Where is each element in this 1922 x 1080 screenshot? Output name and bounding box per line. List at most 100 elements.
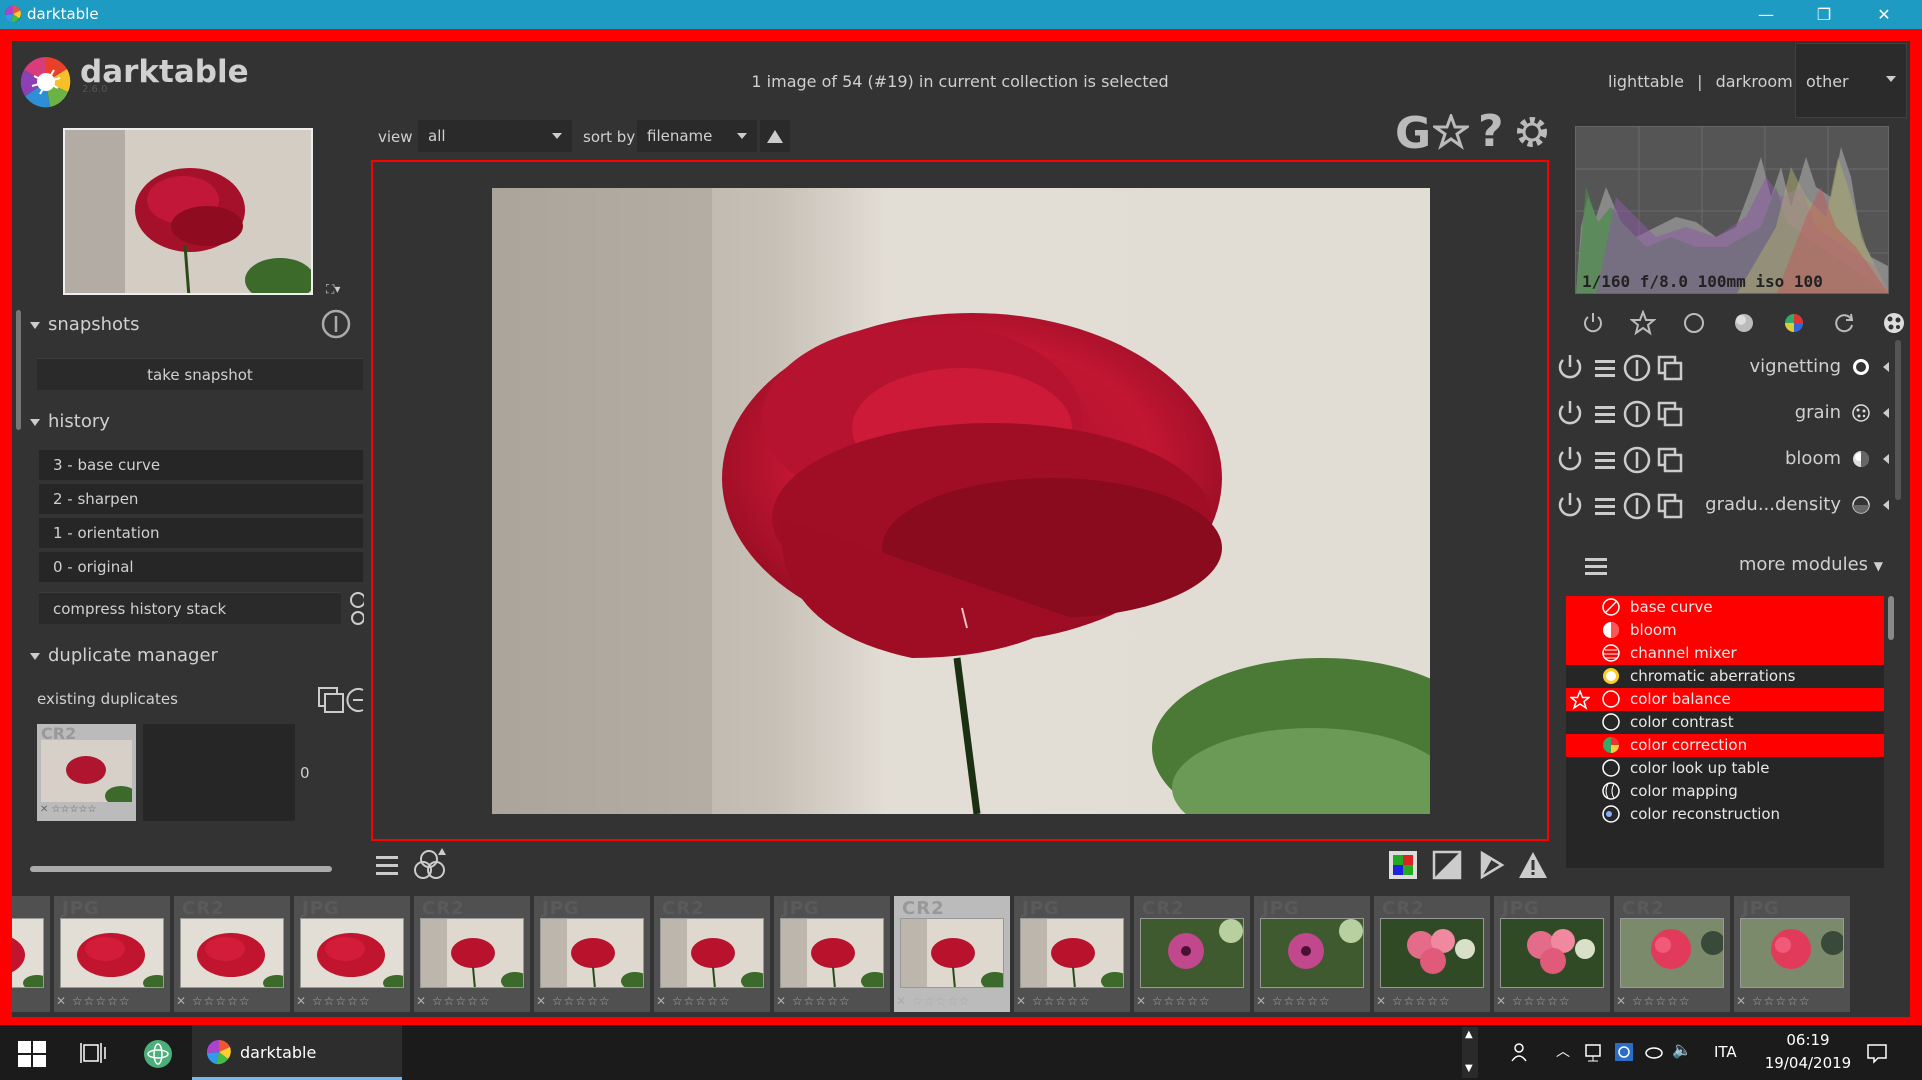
gamut-check-icon[interactable] — [1518, 850, 1548, 880]
chevron-left-icon[interactable] — [1883, 408, 1889, 418]
filmstrip-thumbnail[interactable]: JPG ✕ ☆☆☆☆☆ — [534, 896, 650, 1012]
filmstrip-thumbnail[interactable]: JPG ✕ ☆☆☆☆☆ — [54, 896, 170, 1012]
filmstrip-thumbnail[interactable]: ✕ ☆☆☆☆☆ — [12, 896, 50, 1012]
module-list-item[interactable]: color reconstruction — [1566, 803, 1884, 826]
star-rating[interactable]: ✕ ☆☆☆☆☆ — [1256, 994, 1331, 1008]
history-header[interactable]: history — [30, 411, 110, 432]
power-icon[interactable] — [1580, 310, 1606, 336]
module-list-item[interactable]: color look up table — [1566, 757, 1884, 780]
history-item[interactable]: 0 - original — [39, 552, 363, 582]
notifications-icon[interactable] — [1866, 1042, 1888, 1064]
compress-history-icon[interactable] — [348, 590, 364, 626]
windows-start-icon[interactable] — [18, 1041, 46, 1067]
module-list-scrollbar[interactable] — [1888, 596, 1894, 640]
people-icon[interactable] — [1510, 1041, 1532, 1063]
star-rating[interactable]: ✕ ☆☆☆☆☆ — [56, 994, 131, 1008]
correct-group-icon[interactable] — [1831, 310, 1857, 336]
clock-date[interactable]: 19/04/2019 — [1758, 1054, 1858, 1072]
softproof-icon[interactable] — [1476, 850, 1506, 880]
history-item[interactable]: 1 - orientation — [39, 518, 363, 548]
chevron-left-icon[interactable] — [1883, 362, 1889, 372]
cloud-icon[interactable] — [1644, 1043, 1664, 1061]
clock-time[interactable]: 06:19 — [1780, 1031, 1836, 1049]
app-tray-icon[interactable] — [1614, 1042, 1634, 1062]
filmstrip-thumbnail[interactable]: CR2 ✕ ☆☆☆☆☆ — [174, 896, 290, 1012]
effect-group-icon[interactable] — [1881, 310, 1907, 336]
taskbar-scroll[interactable]: ▲ ▼ — [1462, 1027, 1478, 1078]
network-icon[interactable] — [1584, 1043, 1606, 1063]
favorite-star-icon[interactable] — [1570, 690, 1590, 710]
star-rating[interactable]: ✕ ☆☆☆☆☆ — [1736, 994, 1811, 1008]
star-rating[interactable]: ✕ ☆☆☆☆☆ — [1496, 994, 1571, 1008]
star-rating[interactable]: ✕ ☆☆☆☆☆ — [896, 994, 971, 1008]
help-icon[interactable]: ? — [1478, 106, 1504, 157]
styles-icon[interactable] — [412, 846, 448, 882]
tray-expand-icon[interactable]: ︿ — [1556, 1041, 1570, 1061]
snapshots-header[interactable]: snapshots — [30, 314, 139, 335]
take-snapshot-button[interactable]: take snapshot — [37, 358, 363, 390]
view-lighttable[interactable]: lighttable — [1608, 72, 1684, 91]
other-views-dropdown[interactable]: other — [1795, 43, 1907, 118]
view-filter-dropdown[interactable]: all — [418, 120, 572, 152]
volume-icon[interactable]: 🔈 — [1672, 1040, 1692, 1059]
basic-group-icon[interactable] — [1681, 310, 1707, 336]
gear-icon[interactable] — [1514, 114, 1550, 150]
taskbar-darktable[interactable]: darktable — [192, 1025, 402, 1080]
star-rating[interactable]: ✕ ☆☆☆☆☆ — [176, 994, 251, 1008]
module-list-item[interactable]: channel mixer — [1566, 642, 1884, 665]
star-rating[interactable]: ✕ ☆☆☆☆☆ — [1376, 994, 1451, 1008]
module-grain[interactable]: grain — [1555, 394, 1895, 434]
star-rating[interactable]: ✕ ☆☆☆☆☆ — [1016, 994, 1091, 1008]
navigation-thumbnail[interactable] — [63, 128, 313, 295]
module-list-item[interactable]: bloom — [1566, 619, 1884, 642]
module-control-icons[interactable] — [1555, 444, 1695, 476]
module-control-icons[interactable] — [1555, 398, 1695, 430]
filmstrip-thumbnail[interactable]: JPG ✕ ☆☆☆☆☆ — [1734, 896, 1850, 1012]
star-icon[interactable] — [1630, 310, 1656, 336]
history-item[interactable]: 2 - sharpen — [39, 484, 363, 514]
star-rating[interactable]: ✕ ☆☆☆☆☆ — [776, 994, 851, 1008]
compress-history-button[interactable]: compress history stack — [39, 592, 341, 624]
close-button[interactable]: ✕ — [1855, 0, 1913, 29]
filmstrip-thumbnail[interactable]: JPG ✕ ☆☆☆☆☆ — [1014, 896, 1130, 1012]
star-overlay-icon[interactable] — [1433, 114, 1469, 150]
filmstrip-thumbnail[interactable]: CR2 ✕ ☆☆☆☆☆ — [1374, 896, 1490, 1012]
module-list-item[interactable]: color correction — [1566, 734, 1884, 757]
filmstrip-thumbnail[interactable]: JPG ✕ ☆☆☆☆☆ — [774, 896, 890, 1012]
exposure-indicator-icon[interactable] — [1432, 850, 1462, 880]
filmstrip-thumbnail[interactable]: JPG ✕ ☆☆☆☆☆ — [294, 896, 410, 1012]
atom-app-icon[interactable] — [143, 1039, 173, 1069]
left-panel-horizontal-scrollbar[interactable] — [30, 866, 332, 872]
filmstrip-thumbnail[interactable]: CR2 ✕ ☆☆☆☆☆ — [414, 896, 530, 1012]
module-control-icons[interactable] — [1555, 352, 1695, 384]
filmstrip-thumbnail[interactable]: CR2 ✕ ☆☆☆☆☆ — [654, 896, 770, 1012]
module-list-item[interactable]: chromatic aberrations — [1566, 665, 1884, 688]
module-list-item[interactable]: color contrast — [1566, 711, 1884, 734]
chevron-left-icon[interactable] — [1883, 454, 1889, 464]
module-list-item[interactable]: color mapping — [1566, 780, 1884, 803]
task-view-icon[interactable] — [80, 1041, 108, 1065]
hamburger-menu-icon[interactable] — [373, 851, 403, 881]
star-rating[interactable]: ✕ ☆☆☆☆☆ — [536, 994, 611, 1008]
chevron-left-icon[interactable] — [1883, 500, 1889, 510]
duplicate-icons[interactable] — [317, 684, 365, 714]
sort-dropdown[interactable]: filename — [637, 120, 757, 152]
hamburger-menu-icon[interactable] — [1583, 554, 1609, 580]
star-rating[interactable]: ✕ ☆☆☆☆☆ — [656, 994, 731, 1008]
left-panel-scrollbar[interactable] — [16, 310, 21, 430]
filmstrip-thumbnail[interactable]: CR2 ✕ ☆☆☆☆☆ — [1614, 896, 1730, 1012]
star-rating[interactable]: ✕ ☆☆☆☆☆ — [1616, 994, 1691, 1008]
main-image[interactable] — [492, 188, 1430, 814]
module-control-icons[interactable] — [1555, 490, 1695, 522]
star-rating[interactable]: ✕ ☆☆☆☆☆ — [416, 994, 491, 1008]
expand-icon[interactable]: ⛶▾ — [326, 282, 356, 296]
color-group-icon[interactable] — [1781, 310, 1807, 336]
filmstrip-thumbnail[interactable]: CR2 ✕ ☆☆☆☆☆ — [894, 896, 1010, 1012]
color-assessment-icon[interactable] — [1388, 850, 1418, 880]
module-list-item[interactable]: color balance — [1566, 688, 1884, 711]
view-darkroom[interactable]: darkroom — [1716, 72, 1793, 91]
duplicate-thumbnail[interactable]: CR2 ✕ ☆☆☆☆☆ — [37, 724, 136, 821]
module-gradu-density[interactable]: gradu...density — [1555, 486, 1895, 526]
more-modules-header[interactable]: more modules ▼ — [1563, 546, 1903, 586]
minimize-button[interactable]: — — [1737, 0, 1795, 29]
